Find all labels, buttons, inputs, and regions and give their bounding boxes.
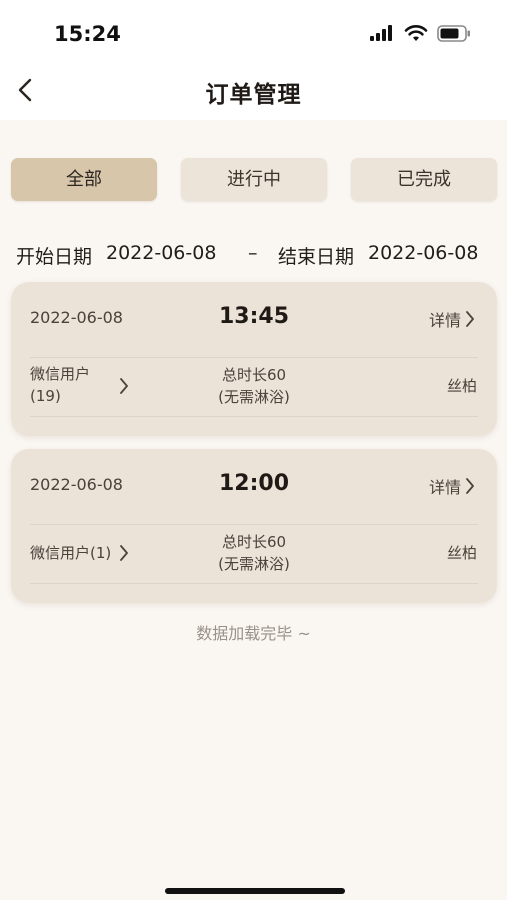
staff-name: 丝柏 xyxy=(446,544,477,562)
customer-name: 微信用户 xyxy=(30,365,91,383)
service-duration: 总时长60 (无需淋浴) xyxy=(154,531,354,575)
divider xyxy=(30,416,478,417)
duration-total: 总时长60 xyxy=(221,366,287,384)
start-date-value[interactable]: 2022-06-08 xyxy=(106,242,216,264)
status-time: 15:24 xyxy=(54,22,121,46)
order-status-tabs: 全部 进行中 已完成 xyxy=(11,158,498,202)
chevron-right-icon xyxy=(466,478,474,494)
order-time: 12:00 xyxy=(218,471,290,496)
start-date-label: 开始日期 xyxy=(16,246,93,268)
service-duration: 总时长60 (无需淋浴) xyxy=(154,364,354,408)
customer-link[interactable]: 微信用户 (19) xyxy=(30,363,90,407)
duration-total: 总时长60 xyxy=(221,533,287,551)
tab-in-progress[interactable]: 进行中 xyxy=(181,158,327,201)
divider xyxy=(30,583,478,584)
staff-name: 丝柏 xyxy=(446,377,477,395)
cellular-signal-icon xyxy=(370,25,396,41)
chevron-right-icon xyxy=(466,311,474,327)
navigation-bar: 订单管理 xyxy=(0,60,507,120)
page-title: 订单管理 xyxy=(205,82,302,108)
divider xyxy=(30,357,478,358)
customer-link[interactable]: 微信用户(1) xyxy=(30,542,111,564)
date-range: 开始日期 2022-06-08 – 结束日期 2022-06-08 xyxy=(16,242,496,268)
divider xyxy=(30,524,478,525)
home-indicator[interactable] xyxy=(165,888,345,894)
order-card: 2022-06-08 12:00 详情 微信用户(1) 总时长60 (无需淋浴)… xyxy=(11,449,497,603)
detail-link[interactable]: 详情 xyxy=(429,474,475,498)
battery-icon xyxy=(437,25,470,42)
duration-note: (无需淋浴) xyxy=(218,555,290,573)
tab-all[interactable]: 全部 xyxy=(11,158,157,201)
chevron-right-icon[interactable] xyxy=(119,544,129,562)
duration-note: (无需淋浴) xyxy=(218,388,290,406)
order-time: 13:45 xyxy=(218,304,290,329)
chevron-right-icon[interactable] xyxy=(119,377,129,395)
load-complete-text: 数据加载完毕 ~ xyxy=(196,624,311,643)
customer-name: 微信用户(1) xyxy=(30,544,112,562)
tab-completed[interactable]: 已完成 xyxy=(351,158,497,201)
date-separator: – xyxy=(248,242,258,264)
end-date-label: 结束日期 xyxy=(278,246,355,268)
detail-label: 详情 xyxy=(428,478,461,497)
wifi-icon xyxy=(404,25,428,41)
order-card: 2022-06-08 13:45 详情 微信用户 (19) 总时长60 (无需淋… xyxy=(11,282,497,436)
end-date-value[interactable]: 2022-06-08 xyxy=(368,242,478,264)
detail-link[interactable]: 详情 xyxy=(429,307,475,331)
status-bar: 15:24 xyxy=(0,0,507,60)
customer-count: (19) xyxy=(30,387,61,405)
detail-label: 详情 xyxy=(428,311,461,330)
